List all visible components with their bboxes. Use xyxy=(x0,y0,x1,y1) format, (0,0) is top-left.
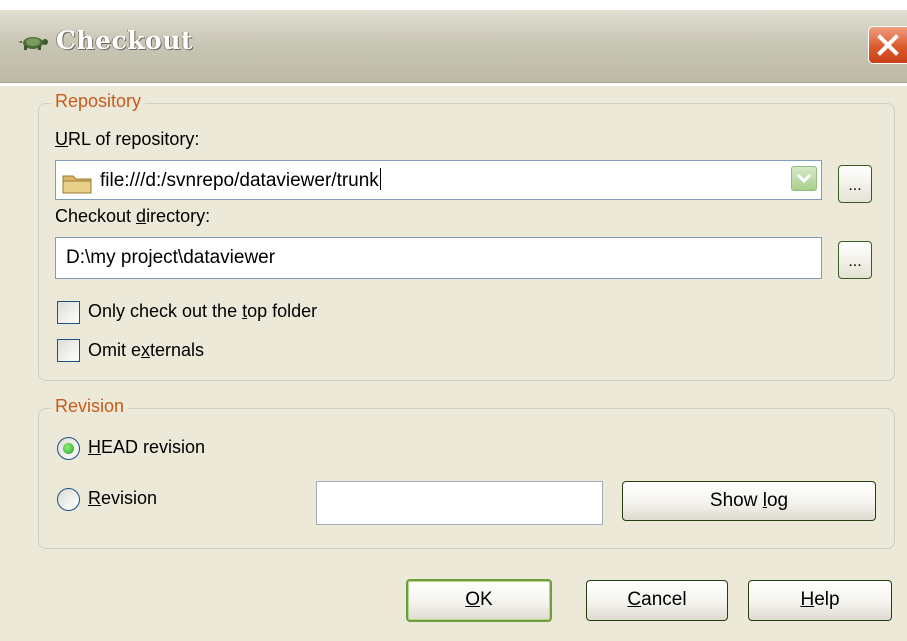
text-caret xyxy=(379,168,381,190)
folder-icon xyxy=(62,175,92,194)
tortoise-icon xyxy=(18,37,48,50)
ok-button[interactable]: OK xyxy=(406,579,552,622)
revision-group: Revision xyxy=(38,396,895,549)
cancel-button[interactable]: Cancel xyxy=(586,580,728,621)
help-button[interactable]: Help xyxy=(748,580,892,621)
window-title: Checkout xyxy=(56,26,193,55)
show-log-button[interactable]: Show log xyxy=(622,481,876,521)
checkout-browse-button[interactable]: ... xyxy=(838,241,872,279)
close-icon xyxy=(877,34,899,56)
head-revision-label[interactable]: HEAD revision xyxy=(88,437,205,458)
url-label: URL of repository: xyxy=(55,129,200,149)
checkout-dir-value: D:\my project\dataviewer xyxy=(66,247,276,268)
omit-externals-label[interactable]: Omit externals xyxy=(88,340,204,361)
checkout-dir-input[interactable]: D:\my project\dataviewer xyxy=(55,237,822,279)
checkout-dir-label: Checkout directory: xyxy=(55,206,211,226)
only-top-folder-label[interactable]: Only check out the top folder xyxy=(88,301,317,322)
head-revision-radio[interactable] xyxy=(57,437,80,460)
url-value[interactable]: file:///d:/svnrepo/dataviewer/trunk xyxy=(100,168,381,192)
chevron-down-icon xyxy=(796,173,812,184)
radio-selected-dot xyxy=(63,443,74,454)
omit-externals-checkbox[interactable] xyxy=(57,339,80,362)
close-button[interactable] xyxy=(868,26,907,64)
only-top-folder-checkbox[interactable] xyxy=(57,301,80,324)
url-dropdown-button[interactable] xyxy=(791,166,817,191)
url-browse-button[interactable]: ... xyxy=(838,165,872,203)
title-bar: Checkout xyxy=(0,0,907,86)
revision-radio[interactable] xyxy=(57,488,80,511)
url-combobox[interactable]: file:///d:/svnrepo/dataviewer/trunk xyxy=(55,160,822,200)
repository-group-title: Repository xyxy=(51,91,146,112)
revision-label[interactable]: Revision xyxy=(88,488,157,509)
revision-input[interactable] xyxy=(316,481,603,525)
revision-group-title: Revision xyxy=(51,396,129,417)
